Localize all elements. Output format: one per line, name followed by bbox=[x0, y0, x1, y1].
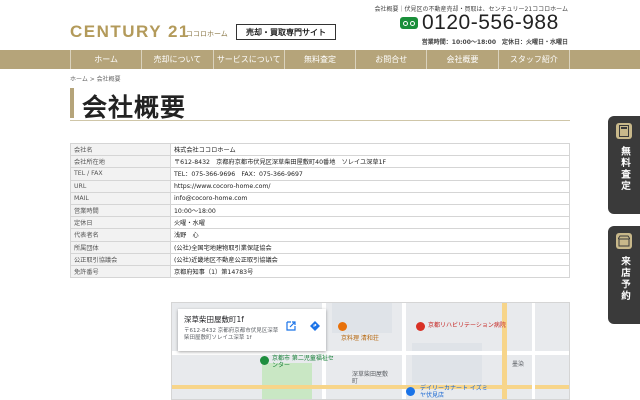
nav-sell[interactable]: 売却について bbox=[141, 50, 212, 69]
table-row: URL https://www.cocoro-home.com/ bbox=[70, 179, 570, 193]
nav-contact[interactable]: お問合せ bbox=[355, 50, 426, 69]
visit-reservation-side-button[interactable]: 来店予約 bbox=[608, 226, 640, 324]
map-label-cafe: 京料理 清和荘 bbox=[341, 335, 379, 342]
mail-value[interactable]: info@cocoro-home.com bbox=[170, 191, 570, 205]
site-header: 会社概要｜伏見区の不動産売却・買取は、センチュリー21ココロホーム CENTUR… bbox=[0, 0, 640, 50]
business-hours: 営業時間：10:00〜18:00 定休日：火曜日・水曜日 bbox=[421, 39, 568, 46]
row-value: 火曜・水曜 bbox=[170, 216, 570, 230]
row-value: (公社)全国宅地建物取引業保証協会 bbox=[170, 240, 570, 254]
row-label: 会社名 bbox=[70, 142, 171, 157]
map-place-address: 〒612-8432 京都府京都市伏見区深草柴田屋敷町ソレイユ深草 1f bbox=[184, 328, 279, 341]
table-row: 代表者名 浅野 心 bbox=[70, 228, 570, 242]
calculator-icon bbox=[616, 123, 632, 139]
title-underline bbox=[70, 120, 570, 121]
table-row: 営業時間 10:00〜18:00 bbox=[70, 203, 570, 218]
row-label: 代表者名 bbox=[70, 228, 171, 242]
map-label-school: 京都市 第二児童福祉センター bbox=[272, 355, 334, 369]
row-value: 株式会社ココロホーム bbox=[170, 142, 570, 157]
row-value: TEL：075-366-9696 FAX：075-366-9697 bbox=[170, 167, 570, 181]
logo-subtitle: ココロホーム bbox=[186, 30, 228, 38]
map-main-road bbox=[172, 385, 569, 389]
map-label-district: 深草柴田屋敷町 bbox=[352, 371, 389, 385]
table-row: 免許番号 京都府知事（1）第14783号 bbox=[70, 264, 570, 279]
nav-staff[interactable]: スタッフ紹介 bbox=[497, 50, 570, 69]
map-label-area: 墨染 bbox=[512, 361, 525, 368]
phone-block[interactable]: 0120-556-988 bbox=[400, 11, 570, 35]
table-row: MAIL info@cocoro-home.com bbox=[70, 191, 570, 205]
row-label: MAIL bbox=[70, 191, 171, 205]
side-button-label: 来店予約 bbox=[619, 256, 630, 302]
company-info-table: 会社名 株式会社ココロホーム 会社所在地 〒612-8432 京都府京都市伏見区深草… bbox=[70, 142, 570, 279]
row-label: 所属団体 bbox=[70, 240, 171, 254]
global-nav: ホーム 売却について サービスについて 無料査定 お問合せ 会社概要 スタッフ紹… bbox=[0, 50, 640, 69]
nav-company[interactable]: 会社概要 bbox=[426, 50, 497, 69]
nav-free-assessment[interactable]: 無料査定 bbox=[283, 50, 355, 69]
nav-services[interactable]: サービスについて bbox=[212, 50, 284, 69]
store-pin-icon[interactable] bbox=[406, 387, 415, 396]
open-in-maps-icon[interactable] bbox=[286, 321, 296, 331]
free-assessment-side-button[interactable]: 無料査定 bbox=[608, 116, 640, 214]
row-label: 免許番号 bbox=[70, 264, 171, 279]
row-value: 京都府知事（1）第14783号 bbox=[170, 264, 570, 279]
table-row: 定休日 火曜・水曜 bbox=[70, 216, 570, 230]
breadcrumb[interactable]: ホーム > 会社概要 bbox=[70, 74, 121, 83]
embedded-map[interactable]: 深草柴田屋敷町1f 〒612-8432 京都府京都市伏見区深草柴田屋敷町ソレイユ… bbox=[171, 302, 570, 400]
row-label: 公正取引協議会 bbox=[70, 252, 171, 266]
url-value[interactable]: https://www.cocoro-home.com/ bbox=[170, 179, 570, 193]
row-label: 会社所在地 bbox=[70, 155, 171, 169]
cafe-pin-icon[interactable] bbox=[338, 322, 347, 331]
table-row: TEL / FAX TEL：075-366-9696 FAX：075-366-96… bbox=[70, 167, 570, 181]
century21-logo[interactable]: CENTURY 21 bbox=[70, 22, 190, 42]
directions-icon[interactable] bbox=[310, 321, 320, 331]
side-button-label: 無料査定 bbox=[619, 146, 630, 192]
map-label-hospital: 京都リハビリテーション病院 bbox=[428, 322, 506, 329]
nav-home[interactable]: ホーム bbox=[70, 50, 141, 69]
row-label: TEL / FAX bbox=[70, 167, 171, 181]
table-row: 公正取引協議会 (公社)近畿地区不動産公正取引協議会 bbox=[70, 252, 570, 266]
phone-number[interactable]: 0120-556-988 bbox=[422, 11, 559, 35]
table-row: 所属団体 (公社)全国宅地建物取引業保証協会 bbox=[70, 240, 570, 254]
table-row: 会社所在地 〒612-8432 京都府京都市伏見区深草柴田屋敷町40番地 ソレイユ… bbox=[70, 155, 570, 169]
table-row: 会社名 株式会社ココロホーム bbox=[70, 142, 570, 157]
map-label-store: デイリーカナート イズミヤ伏見店 bbox=[420, 385, 488, 399]
school-pin-icon[interactable] bbox=[260, 356, 269, 365]
map-place-title: 深草柴田屋敷町1f bbox=[184, 315, 244, 324]
map-road bbox=[172, 351, 569, 355]
map-place-card[interactable]: 深草柴田屋敷町1f 〒612-8432 京都府京都市伏見区深草柴田屋敷町ソレイユ… bbox=[178, 309, 326, 351]
page-title: 会社概要 bbox=[82, 93, 187, 122]
title-accent-bar bbox=[70, 88, 74, 118]
row-label: 定休日 bbox=[70, 216, 171, 230]
map-block bbox=[412, 343, 482, 383]
row-value: (公社)近畿地区不動産公正取引協議会 bbox=[170, 252, 570, 266]
row-label: URL bbox=[70, 179, 171, 193]
shop-icon bbox=[616, 233, 632, 249]
row-value: 〒612-8432 京都府京都市伏見区深草柴田屋敷町40番地 ソレイユ深草1F bbox=[170, 155, 570, 169]
row-label: 営業時間 bbox=[70, 203, 171, 218]
site-type-badge: 売却・買取専門サイト bbox=[236, 24, 336, 40]
row-value: 浅野 心 bbox=[170, 228, 570, 242]
hospital-pin-icon[interactable] bbox=[416, 322, 425, 331]
freedial-icon bbox=[400, 17, 418, 29]
map-road bbox=[532, 303, 535, 399]
row-value: 10:00〜18:00 bbox=[170, 203, 570, 218]
